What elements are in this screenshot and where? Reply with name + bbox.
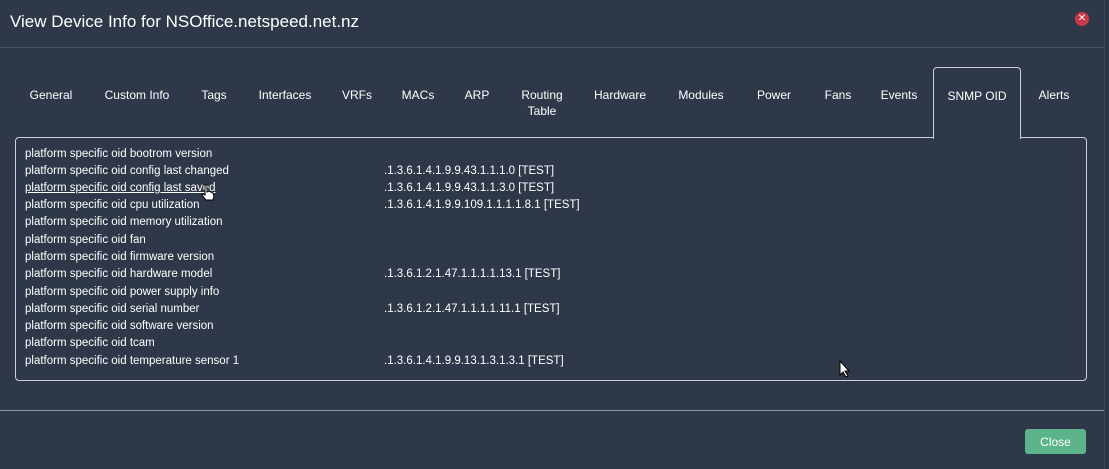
close-icon[interactable]: ✕ xyxy=(1075,12,1089,26)
oid-name: platform specific oid fan xyxy=(25,234,146,246)
oid-value: .1.3.6.1.2.1.47.1.1.1.1.13.1 [TEST] xyxy=(384,268,561,280)
footer-divider xyxy=(0,410,1104,411)
tab-routing-table[interactable]: Routing Table xyxy=(511,67,573,137)
tab-events[interactable]: Events xyxy=(871,67,927,137)
tab-modules[interactable]: Modules xyxy=(667,67,735,137)
hand-cursor-icon xyxy=(201,184,215,201)
tab-fans[interactable]: Fans xyxy=(813,67,863,137)
snmp-oid-panel: platform specific oid bootrom version pl… xyxy=(15,137,1087,381)
tab-bar: General Custom Info Tags Interfaces VRFs… xyxy=(15,67,1087,139)
oid-value: .1.3.6.1.2.1.47.1.1.1.1.11.1 [TEST] xyxy=(384,303,560,315)
oid-name: platform specific oid cpu utilization xyxy=(25,199,200,211)
oid-name: platform specific oid power supply info xyxy=(25,286,220,298)
tab-power[interactable]: Power xyxy=(743,67,805,137)
oid-name: platform specific oid tcam xyxy=(25,337,155,349)
oid-name: platform specific oid config last change… xyxy=(25,165,229,177)
oid-value: .1.3.6.1.4.1.9.9.43.1.1.3.0 [TEST] xyxy=(384,182,555,194)
tab-vrfs[interactable]: VRFs xyxy=(329,67,385,137)
oid-name: platform specific oid hardware model xyxy=(25,268,213,280)
tab-custom-info[interactable]: Custom Info xyxy=(95,67,179,137)
oid-value: .1.3.6.1.4.1.9.9.43.1.1.1.0 [TEST] xyxy=(384,165,555,177)
oid-name: platform specific oid firmware version xyxy=(25,251,215,263)
oid-name-link[interactable]: platform specific oid config last saved xyxy=(25,182,215,194)
arrow-cursor-icon xyxy=(839,360,851,378)
oid-name: platform specific oid bootrom version xyxy=(25,148,213,160)
tab-macs[interactable]: MACs xyxy=(393,67,443,137)
modal-header: View Device Info for NSOffice.netspeed.n… xyxy=(0,0,1104,48)
tab-tags[interactable]: Tags xyxy=(187,67,241,137)
tab-alerts[interactable]: Alerts xyxy=(1027,67,1081,137)
tab-arp[interactable]: ARP xyxy=(451,67,503,137)
device-info-modal: View Device Info for NSOffice.netspeed.n… xyxy=(0,0,1105,469)
oid-value: .1.3.6.1.4.1.9.9.13.1.3.1.3.1 [TEST] xyxy=(384,355,564,367)
modal-title: View Device Info for NSOffice.netspeed.n… xyxy=(10,12,360,31)
oid-name: platform specific oid serial number xyxy=(25,303,200,315)
oid-value: .1.3.6.1.4.1.9.9.109.1.1.1.1.8.1 [TEST] xyxy=(384,199,580,211)
oid-name: platform specific oid memory utilization xyxy=(25,216,223,228)
tab-interfaces[interactable]: Interfaces xyxy=(249,67,321,137)
tab-snmp-oid[interactable]: SNMP OID xyxy=(933,67,1021,139)
oid-name: platform specific oid software version xyxy=(25,320,214,332)
close-button[interactable]: Close xyxy=(1025,429,1086,454)
oid-name: platform specific oid temperature sensor… xyxy=(25,355,240,367)
tab-hardware[interactable]: Hardware xyxy=(581,67,659,137)
tab-general[interactable]: General xyxy=(15,67,87,137)
